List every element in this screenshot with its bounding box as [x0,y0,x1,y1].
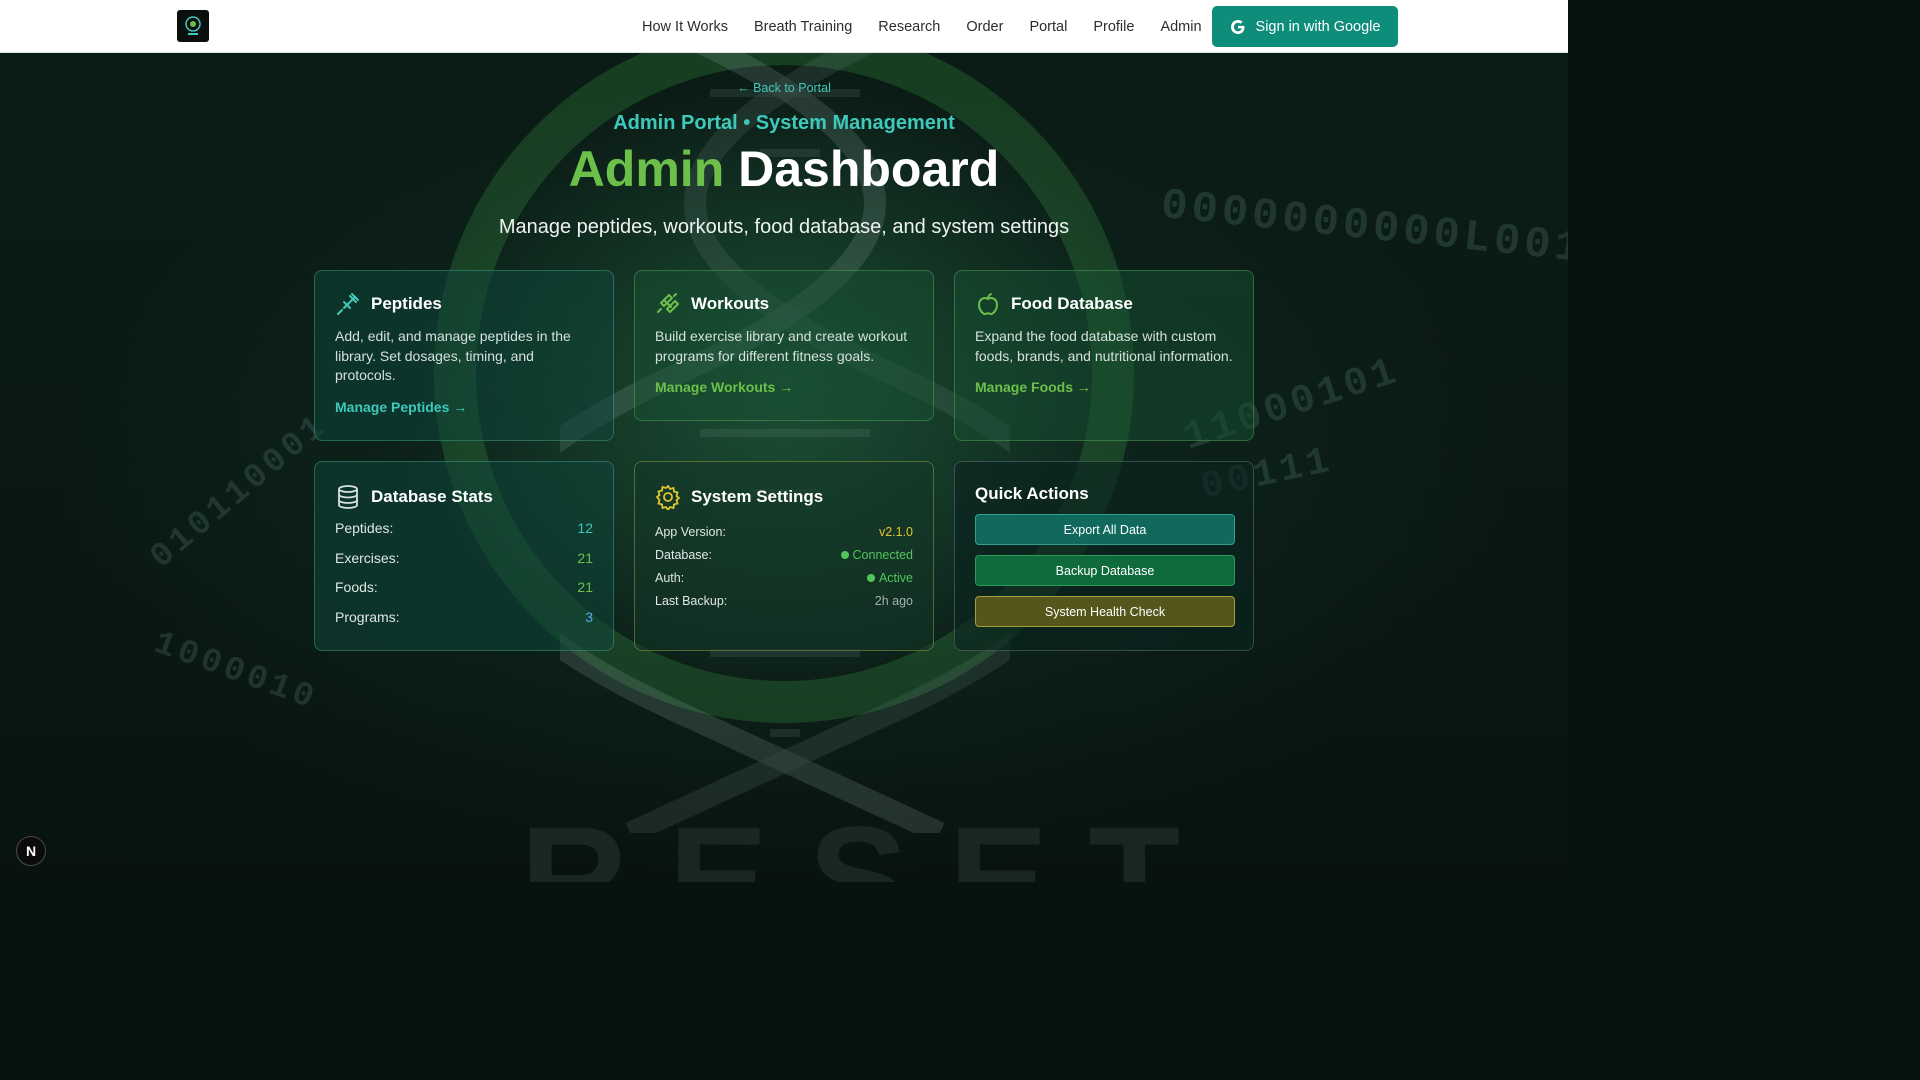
database-icon [338,485,358,509]
google-signin-label: Sign in with Google [1255,18,1381,35]
page-subtitle: Manage peptides, workouts, food database… [498,216,1070,238]
background-watermark: RESET [520,795,1221,882]
setting-row: Database: Connected [655,543,913,566]
setting-value: Active [878,570,913,585]
page-eyebrow: Admin Portal • System Management [613,112,955,134]
setting-value: v2.1.0 [878,524,913,539]
manage-workouts-link[interactable]: Manage Workouts → [655,379,913,395]
stat-label: Foods: [335,579,378,595]
manage-foods-link[interactable]: Manage Foods → [975,379,1233,395]
status-dot-icon [840,551,849,560]
google-signin-button[interactable]: Sign in with Google [1212,6,1398,47]
export-all-data-button[interactable]: Export All Data [975,514,1235,545]
brain-logo-icon [185,16,201,35]
food-database-card: Food Database Expand the food database w… [954,270,1254,441]
page-title-accent: Admin [568,141,725,197]
nav-links: How It Works Breath Training Research Or… [642,0,1228,53]
setting-label: Database: [655,547,712,562]
top-nav: How It Works Breath Training Research Or… [0,0,1568,53]
nav-link-portal[interactable]: Portal [1029,19,1067,35]
setting-row: Auth: Active [655,566,913,589]
database-stats-card: Database Stats Peptides: 12 Exercises: 21 … [314,461,614,651]
stat-row: Exercises: 21 [335,550,593,570]
stat-row: Programs: 3 [335,609,593,629]
syringe-icon [337,293,359,315]
setting-row: Last Backup: 2h ago [655,589,913,612]
peptides-card: Peptides Add, edit, and manage peptides … [314,270,614,441]
back-to-portal-link[interactable]: ← Back to Portal [0,81,1568,95]
setting-value: Connected [852,547,913,562]
gear-icon [655,484,681,510]
nav-link-profile[interactable]: Profile [1093,19,1134,35]
page-title-rest: Dashboard [724,141,1000,197]
next-dev-badge[interactable]: N [16,836,46,866]
status-dot-icon [866,574,875,583]
food-database-card-description: Expand the food database with custom foo… [975,328,1233,364]
nav-link-how-it-works[interactable]: How It Works [642,19,728,35]
stat-value: 12 [577,520,593,536]
setting-row: App Version: v2.1.0 [655,520,913,543]
stat-label: Peptides: [335,520,394,536]
dumbbell-icon [657,293,679,313]
setting-value-wrap: Connected [840,547,913,562]
database-stats-title: Database Stats [371,487,493,506]
quick-actions-title: Quick Actions [975,484,1089,503]
nav-link-research[interactable]: Research [878,19,940,35]
setting-label: Last Backup: [655,593,728,608]
setting-label: Auth: [655,570,685,585]
workouts-card-title: Workouts [691,294,770,313]
stat-label: Exercises: [335,549,400,566]
binary-stream: 1000010 [148,624,323,720]
system-settings-card: System Settings App Version: v2.1.0 Datab… [634,461,934,651]
stat-row: Peptides: 12 [335,520,593,540]
system-health-check-button[interactable]: System Health Check [975,596,1235,627]
setting-label: App Version: [655,524,726,539]
backup-database-button[interactable]: Backup Database [975,555,1235,586]
nav-link-breath-training[interactable]: Breath Training [754,19,852,35]
peptides-card-description: Add, edit, and manage peptides in the li… [335,328,571,383]
stat-value: 21 [577,579,593,595]
google-icon [1230,19,1245,34]
stat-row: Foods: 21 [335,579,593,599]
setting-value: 2h ago [874,593,913,608]
nav-link-admin[interactable]: Admin [1160,19,1201,35]
manage-peptides-link[interactable]: Manage Peptides → [335,399,593,415]
system-settings-title: System Settings [691,487,824,506]
setting-value-wrap: Active [866,570,913,585]
nav-link-order[interactable]: Order [966,19,1003,35]
apple-icon [977,293,999,316]
stat-value: 3 [585,608,593,625]
peptides-card-title: Peptides [371,294,442,313]
brand-logo[interactable] [177,10,209,42]
quick-actions-card: Quick Actions Export All Data Backup Dat… [954,461,1254,651]
stat-value: 21 [577,549,593,566]
workouts-card-description: Build exercise library and create workou… [655,328,908,364]
page-title: Admin Dashboard [0,140,1568,198]
food-database-card-title: Food Database [1011,294,1133,313]
stat-label: Programs: [335,608,400,625]
binary-stream: 010110001 [143,406,337,578]
workouts-card: Workouts Build exercise library and crea… [634,270,934,421]
